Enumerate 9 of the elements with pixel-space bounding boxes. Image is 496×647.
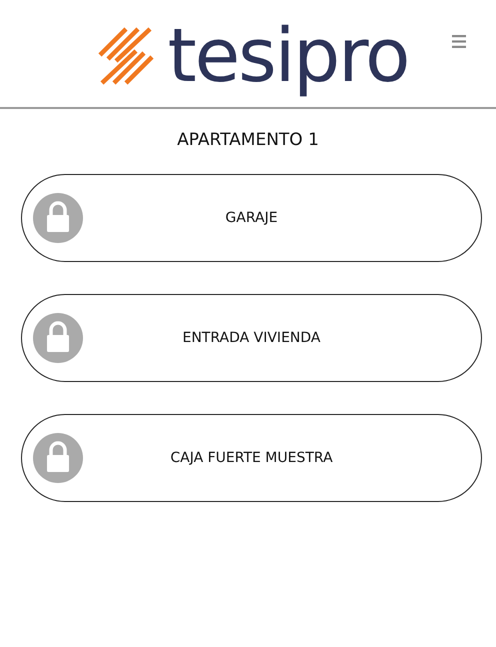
door-button[interactable]: GARAJE [21, 174, 482, 262]
door-button[interactable]: CAJA FUERTE MUESTRA [21, 414, 482, 502]
door-button[interactable]: ENTRADA VIVIENDA [21, 294, 482, 382]
lock-icon [33, 193, 83, 243]
apartment-title: APARTAMENTO 1 [176, 130, 320, 150]
stripes-logo-icon [98, 26, 154, 84]
menu-icon[interactable] [452, 35, 466, 48]
lock-icon [33, 313, 83, 363]
lock-icon [33, 433, 83, 483]
